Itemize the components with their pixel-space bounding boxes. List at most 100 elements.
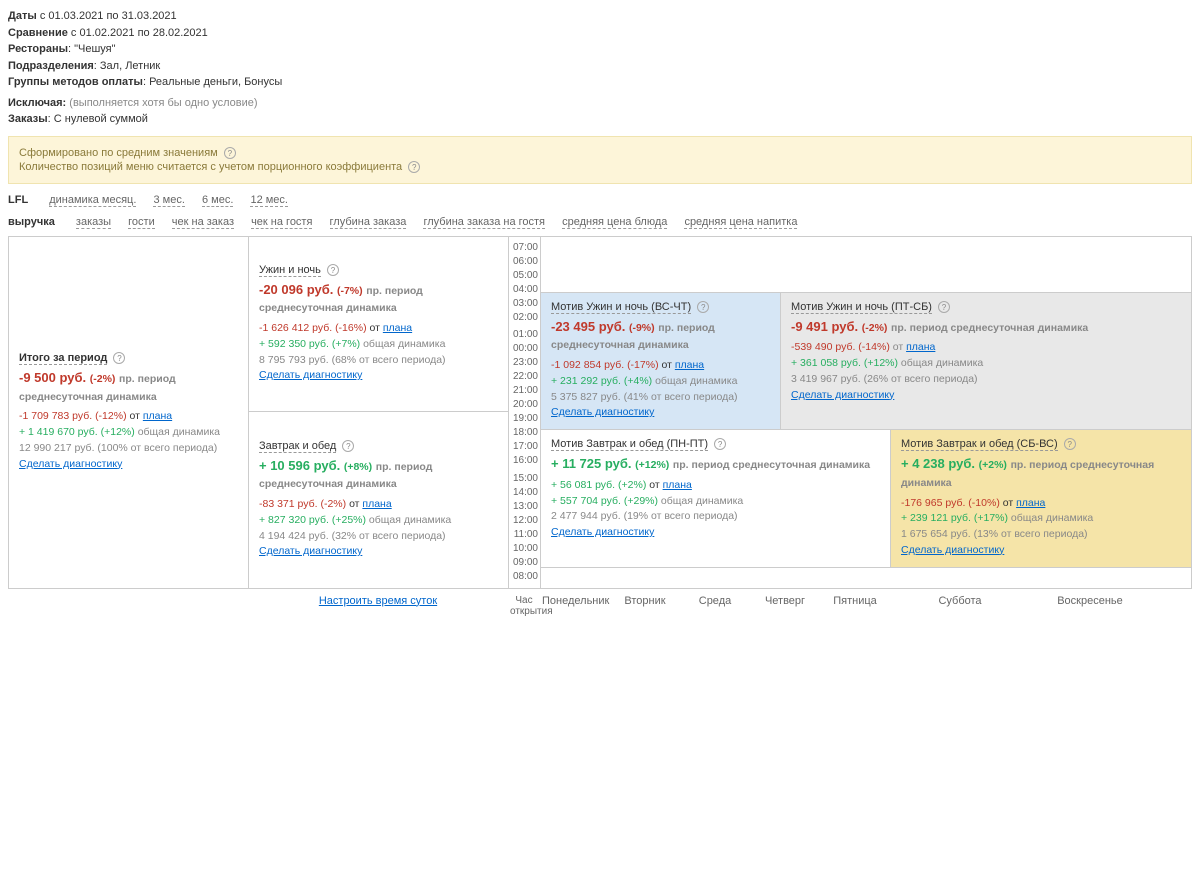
banner-line1: Сформировано по средним значениям	[19, 147, 218, 159]
card-dyn-lbl: общая динамика	[901, 357, 983, 369]
lunch-from: от	[349, 498, 359, 510]
card-title: Мотив Ужин и ночь (ПТ-СБ)	[791, 301, 932, 314]
tab-avg-dish[interactable]: средняя цена блюда	[562, 216, 667, 229]
time-label: 15:00	[511, 472, 538, 486]
dates-label: Даты	[8, 10, 37, 22]
card-lunch-weekday[interactable]: Мотив Завтрак и обед (ПН-ПТ) ? + 11 725 …	[541, 430, 891, 567]
help-icon[interactable]: ?	[938, 301, 950, 313]
lfl-label: LFL	[8, 194, 28, 206]
time-label: 14:00	[511, 486, 538, 500]
time-label: 03:00	[511, 297, 538, 311]
dinner-share: 8 795 793 руб. (68% от всего периода)	[259, 353, 498, 369]
plan-link[interactable]: плана	[362, 498, 391, 510]
restaurants-value: : "Чешуя"	[68, 43, 116, 55]
dinner-plan: -1 626 412 руб. (-16%)	[259, 322, 367, 334]
diagnostic-link[interactable]: Сделать диагностику	[259, 545, 362, 557]
lunch-dyn: + 827 320 руб. (+25%)	[259, 514, 366, 526]
tab-3m[interactable]: 3 мес.	[153, 194, 184, 207]
tab-guests[interactable]: гости	[128, 216, 155, 229]
time-label: 16:00	[511, 454, 538, 468]
metric-tabs: выручка заказы гости чек на заказ чек на…	[8, 216, 1192, 228]
card-from: от	[1003, 497, 1013, 509]
card-lunch-weekend[interactable]: Мотив Завтрак и обед (СБ-ВС) ? + 4 238 р…	[891, 430, 1191, 567]
card-dyn-lbl: общая динамика	[1011, 512, 1093, 524]
departments-value: : Зал, Летник	[94, 60, 160, 72]
blank-bottom	[541, 568, 1191, 588]
card-dyn-lbl: общая динамика	[661, 495, 743, 507]
configure-time-link[interactable]: Настроить время суток	[319, 595, 437, 607]
time-label: 00:00	[511, 342, 538, 356]
help-icon[interactable]: ?	[113, 352, 125, 364]
dinner-from: от	[370, 322, 380, 334]
banner-line2: Количество позиций меню считается с учет…	[19, 161, 402, 173]
card-dinner-weekend[interactable]: Мотив Ужин и ночь (ПТ-СБ) ? -9 491 руб. …	[781, 293, 1191, 430]
tab-dynamics-month[interactable]: динамика месяц.	[49, 194, 136, 207]
plan-link[interactable]: плана	[383, 322, 412, 334]
time-label: 05:00	[511, 269, 538, 283]
diagnostic-link[interactable]: Сделать диагностику	[791, 389, 894, 401]
day-thursday: Четверг	[750, 593, 820, 619]
lunch-row: Мотив Завтрак и обед (ПН-ПТ) ? + 11 725 …	[541, 430, 1191, 568]
plan-link[interactable]: плана	[906, 341, 935, 353]
restaurants-label: Рестораны	[8, 43, 68, 55]
help-icon[interactable]: ?	[714, 438, 726, 450]
plan-link[interactable]: плана	[1016, 497, 1045, 509]
card-value: -9 491 руб.	[791, 319, 858, 334]
total-plan: -1 709 783 руб. (-12%)	[19, 410, 127, 422]
plan-link[interactable]: плана	[143, 410, 172, 422]
time-label: 07:00	[511, 241, 538, 255]
card-dinner-weekday[interactable]: Мотив Ужин и ночь (ВС-ЧТ) ? -23 495 руб.…	[541, 293, 781, 430]
tab-6m[interactable]: 6 мес.	[202, 194, 233, 207]
tab-depth-order[interactable]: глубина заказа	[330, 216, 407, 229]
help-icon[interactable]: ?	[342, 440, 354, 452]
dinner-dyn-lbl: общая динамика	[363, 338, 445, 350]
time-label: 19:00	[511, 412, 538, 426]
total-value: -9 500 руб.	[19, 370, 86, 385]
compare-value: с 01.02.2021 по 28.02.2021	[71, 27, 208, 39]
tab-check-order[interactable]: чек на заказ	[172, 216, 234, 229]
dinner-title: Ужин и ночь	[259, 264, 321, 277]
help-icon[interactable]: ?	[224, 147, 236, 159]
compare-label: Сравнение	[8, 27, 68, 39]
help-icon[interactable]: ?	[408, 161, 420, 173]
orders-label: Заказы	[8, 113, 48, 125]
time-label: 23:00	[511, 356, 538, 370]
dinner-dyn: + 592 350 руб. (+7%)	[259, 338, 360, 350]
card-pct: (+2%)	[979, 459, 1007, 471]
diagnostic-link[interactable]: Сделать диагностику	[551, 406, 654, 418]
time-label: 22:00	[511, 370, 538, 384]
tab-avg-drink[interactable]: средняя цена напитка	[684, 216, 797, 229]
card-desc: пр. период среднесуточная динамика	[891, 322, 1088, 334]
diagnostic-link[interactable]: Сделать диагностику	[901, 544, 1004, 556]
diagnostic-link[interactable]: Сделать диагностику	[259, 369, 362, 381]
total-from: от	[130, 410, 140, 422]
tab-check-guest[interactable]: чек на гостя	[251, 216, 312, 229]
help-icon[interactable]: ?	[327, 264, 339, 276]
diagnostic-link[interactable]: Сделать диагностику	[19, 458, 122, 470]
time-label: 13:00	[511, 500, 538, 514]
tab-orders[interactable]: заказы	[76, 216, 111, 229]
card-plan: -176 965 руб. (-10%)	[901, 497, 1000, 509]
card-title: Мотив Ужин и ночь (ВС-ЧТ)	[551, 301, 691, 314]
card-dyn: + 239 121 руб. (+17%)	[901, 512, 1008, 524]
help-icon[interactable]: ?	[697, 301, 709, 313]
payment-groups-value: : Реальные деньги, Бонусы	[143, 76, 282, 88]
tab-12m[interactable]: 12 мес.	[250, 194, 288, 207]
dinner-card: Ужин и ночь ? -20 096 руб. (-7%) пр. пер…	[249, 237, 508, 413]
card-share: 5 375 827 руб. (41% от всего периода)	[551, 390, 770, 406]
departments-label: Подразделения	[8, 60, 94, 72]
plan-link[interactable]: плана	[675, 359, 704, 371]
time-label: 11:00	[511, 528, 538, 542]
plan-link[interactable]: плана	[663, 479, 692, 491]
time-label: 02:00	[511, 311, 538, 325]
diagnostic-link[interactable]: Сделать диагностику	[551, 526, 654, 538]
dinner-pct: (-7%)	[337, 285, 363, 297]
orders-value: : С нулевой суммой	[48, 113, 148, 125]
payment-groups-label: Группы методов оплаты	[8, 76, 143, 88]
tab-depth-guest[interactable]: глубина заказа на гостя	[423, 216, 545, 229]
card-plan: + 56 081 руб. (+2%)	[551, 479, 646, 491]
tab-revenue-active[interactable]: выручка	[8, 216, 55, 228]
total-dyn: + 1 419 670 руб. (+12%)	[19, 426, 135, 438]
lunch-dyn-lbl: общая динамика	[369, 514, 451, 526]
help-icon[interactable]: ?	[1064, 438, 1076, 450]
